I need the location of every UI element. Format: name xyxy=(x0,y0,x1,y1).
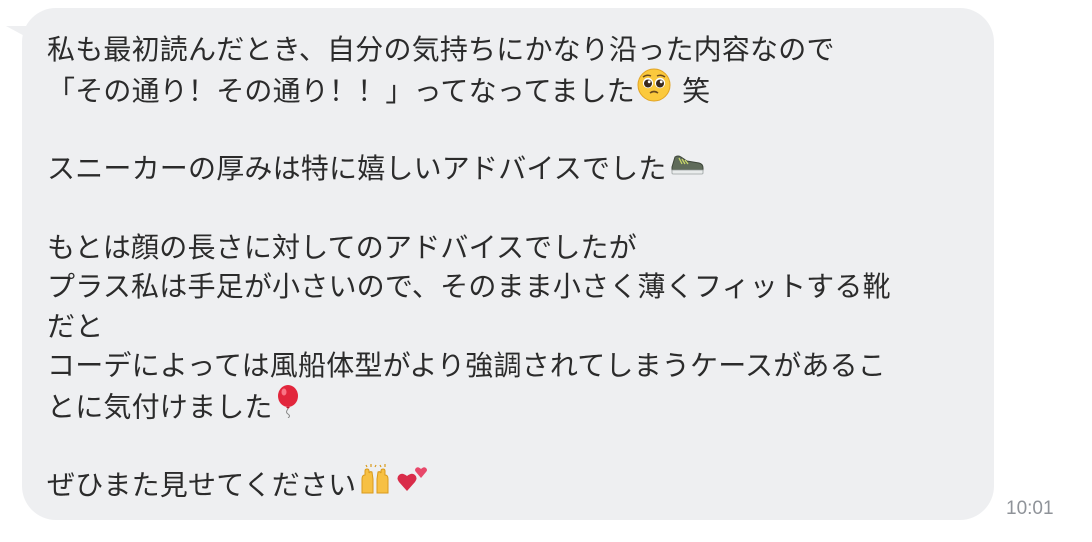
message-line-3: スニーカーの厚みは特に嬉しいアドバイスでした xyxy=(47,149,970,189)
message-timestamp: 10:01 xyxy=(1006,498,1054,519)
message-line-4: もとは顔の長さに対してのアドバイスでしたが xyxy=(47,230,637,264)
message-line-6: だと xyxy=(47,309,104,343)
chat-area: 私も最初読んだとき、自分の気持ちにかなり沿った内容なので 「その通り！その通り！… xyxy=(0,0,1092,542)
two-hearts-icon xyxy=(396,463,430,506)
message-bubble[interactable]: 私も最初読んだとき、自分の気持ちにかなり沿った内容なので 「その通り！その通り！… xyxy=(22,8,994,520)
message-line-9: ぜひまた見せてください xyxy=(47,463,970,506)
message-line-1: 私も最初読んだとき、自分の気持ちにかなり沿った内容なので xyxy=(47,33,835,66)
balloon-icon xyxy=(275,384,301,429)
pleading-face-icon xyxy=(637,68,671,113)
sneaker-icon xyxy=(669,147,705,188)
raised-hands-icon xyxy=(358,463,392,506)
message-line-8: とに気付けました xyxy=(47,384,970,429)
message-line-5: プラス私は手足が小さいので、そのまま小さく薄くフィットする靴 xyxy=(47,270,891,303)
message-line-2: 「その通り！その通り！！」ってなってました 笑 xyxy=(47,68,970,113)
message-text: 私も最初読んだとき、自分の気持ちにかなり沿った内容なので 「その通り！その通り！… xyxy=(47,30,970,504)
message-line-7: コーデによっては風船体型がより強調されてしまうケースがあるこ xyxy=(47,349,887,382)
